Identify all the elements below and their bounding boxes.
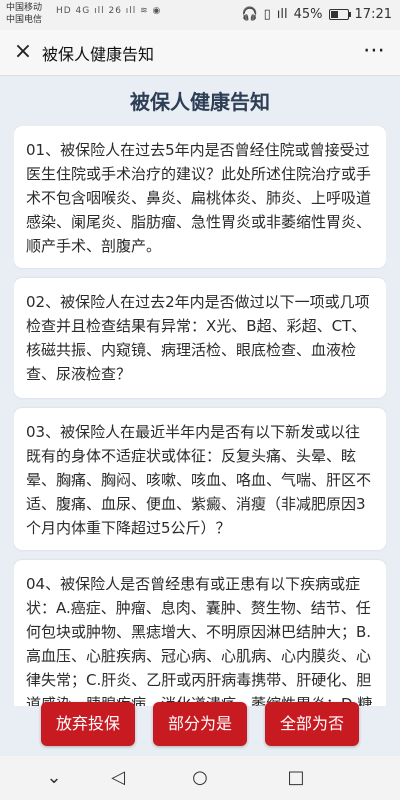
battery-percent: 45% xyxy=(293,7,323,22)
vibrate-icon: ▯ xyxy=(263,7,271,22)
chevron-down-icon[interactable]: ⌄ xyxy=(40,764,68,792)
carrier-info: 中国移动 中国电信 xyxy=(6,2,42,26)
battery-fill xyxy=(330,11,338,18)
more-options-icon[interactable]: ⋯ xyxy=(363,38,386,64)
back-icon[interactable]: ◁ xyxy=(104,764,132,792)
wifi-signal-icon: ıll xyxy=(276,7,288,22)
partial-yes-button[interactable]: 部分为是 xyxy=(153,702,247,746)
question-card-4: 04、被保险人是否曾经患有或正患有以下疾病或症状：A.癌症、肿瘤、息肉、囊肿、赘… xyxy=(14,560,386,706)
question-card-1: 01、被保险人在过去5年内是否曾经住院或曾接受过医生住院或手术治疗的建议？此处所… xyxy=(14,126,386,268)
all-no-button[interactable]: 全部为否 xyxy=(265,702,359,746)
title-bar: × 被保人健康告知 ⋯ xyxy=(0,30,400,76)
abandon-button[interactable]: 放弃投保 xyxy=(41,702,135,746)
question-card-2: 02、被保险人在过去2年内是否做过以下一项或几项检查并且检查结果有异常：X光、B… xyxy=(14,278,386,398)
close-icon[interactable]: × xyxy=(10,39,36,65)
status-right: 🎧 ▯ ıll 45% 17:21 xyxy=(241,7,392,22)
battery-icon xyxy=(328,9,351,20)
action-buttons: 放弃投保 部分为是 全部为否 xyxy=(0,702,400,748)
headphone-icon: 🎧 xyxy=(241,7,258,22)
window-title: 被保人健康告知 xyxy=(42,45,155,64)
home-icon[interactable]: ○ xyxy=(186,764,214,792)
question-card-3: 03、被保险人在最近半年内是否有以下新发或以往既有的身体不适症状或体征：反复头痛… xyxy=(14,408,386,550)
clock: 17:21 xyxy=(354,7,392,22)
page-title: 被保人健康告知 xyxy=(130,90,270,114)
status-bar: 中国移动 中国电信 HD 4G ıll 26 ıll ≋ ◉ 🎧 ▯ ıll 4… xyxy=(0,0,400,30)
navigation-bar: ⌄ ◁ ○ □ xyxy=(0,756,400,800)
question-list[interactable]: 01、被保险人在过去5年内是否曾经住院或曾接受过医生住院或手术治疗的建议？此处所… xyxy=(14,126,386,706)
carrier-name-2: 中国电信 xyxy=(6,15,43,25)
carrier-name-1: 中国移动 xyxy=(6,3,43,13)
recent-apps-icon[interactable]: □ xyxy=(282,764,310,792)
signal-icon: HD 4G ıll 26 ıll ≋ ◉ xyxy=(56,6,162,16)
